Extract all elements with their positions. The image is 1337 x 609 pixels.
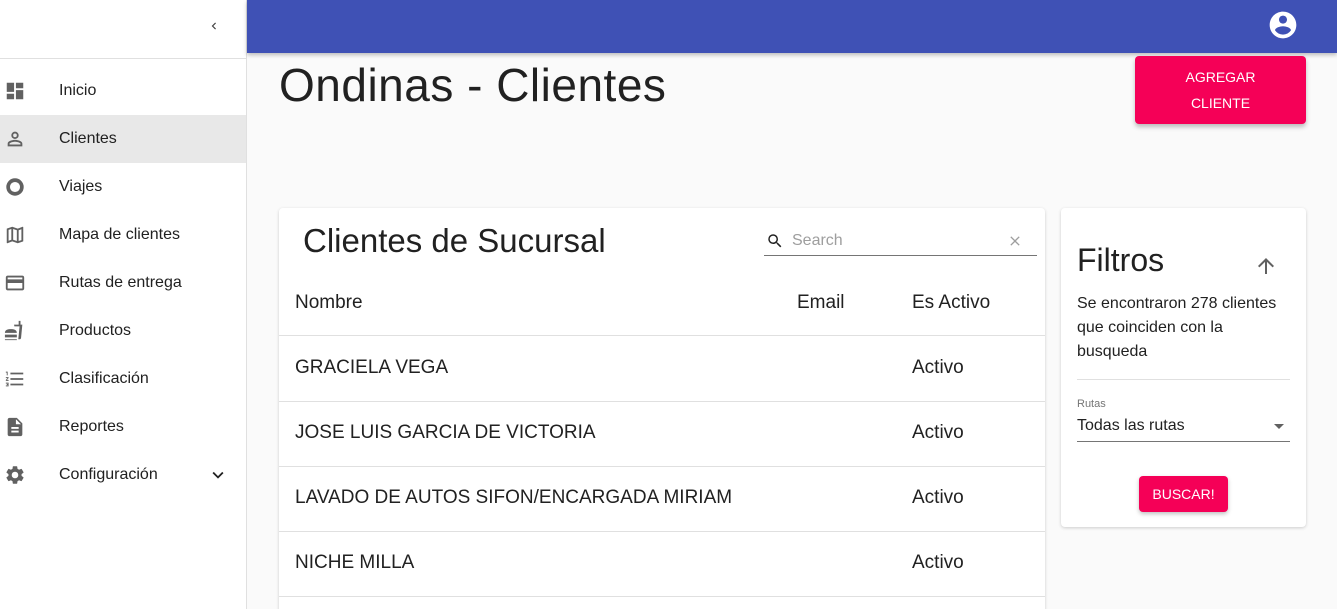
cell-activo: Activo [912, 487, 964, 508]
account-circle-icon [1269, 11, 1297, 39]
sidebar-item-label: Rutas de entrega [59, 274, 182, 291]
credit-card-icon [4, 272, 26, 294]
sidebar-item-label: Configuración [59, 466, 158, 483]
search-field [764, 226, 1037, 256]
sidebar-item-clasificacion[interactable]: Clasificación [0, 355, 246, 403]
column-header-email[interactable]: Email [797, 292, 845, 314]
cell-activo: Activo [912, 552, 964, 573]
table-title: Clientes de Sucursal [303, 222, 606, 259]
sidebar-item-rutas[interactable]: Rutas de entrega [0, 259, 246, 307]
cell-nombre: JOSE LUIS GARCIA DE VICTORIA [295, 422, 596, 443]
sidebar-item-inicio[interactable]: Inicio [0, 67, 246, 115]
top-app-bar [247, 0, 1337, 53]
dropdown-arrow-icon [1274, 424, 1284, 429]
clients-table-card: Clientes de Sucursal Nombre Email Es Act… [279, 208, 1045, 609]
page-title: Ondinas - Clientes [279, 59, 667, 111]
filters-title: Filtros [1077, 242, 1165, 278]
sidebar-item-productos[interactable]: Productos [0, 307, 246, 355]
map-icon [4, 224, 26, 246]
divider [1077, 379, 1290, 380]
cell-nombre: LAVADO DE AUTOS SIFON/ENCARGADA MIRIAM [295, 487, 733, 508]
table-row[interactable]: LAVADO DE AUTOS SIFON/ENCARGADA MIRIAM A… [279, 467, 1045, 532]
sidebar-header [0, 0, 246, 59]
sidebar-item-label: Clasificación [59, 370, 149, 387]
sidebar-item-mapa[interactable]: Mapa de clientes [0, 211, 246, 259]
column-header-nombre[interactable]: Nombre [295, 292, 363, 314]
sidebar-item-clientes[interactable]: Clientes [0, 115, 246, 163]
cell-activo: Activo [912, 357, 964, 378]
chevron-down-icon[interactable] [207, 464, 229, 486]
search-button[interactable]: BUSCAR! [1139, 476, 1228, 512]
circle-icon [4, 176, 26, 198]
sidebar-item-label: Productos [59, 322, 132, 339]
filters-card: Filtros Se encontraron 278 clientes que … [1061, 208, 1306, 527]
add-client-button[interactable]: AGREGAR CLIENTE [1135, 56, 1306, 124]
sidebar-item-viajes[interactable]: Viajes [0, 163, 246, 211]
cell-nombre: NICHE MILLA [295, 552, 415, 573]
column-header-activo[interactable]: Es Activo [912, 292, 990, 314]
route-select-value: Todas las rutas [1077, 417, 1185, 434]
table-header-row: Nombre Email Es Activo [279, 272, 1045, 336]
close-icon[interactable] [1007, 233, 1023, 249]
arrow-up-icon[interactable] [1254, 254, 1278, 278]
sidebar-item-label: Inicio [59, 82, 97, 99]
table-row[interactable]: JOSE LUIS GARCIA DE VICTORIA Activo [279, 402, 1045, 467]
sidebar-item-label: Reportes [59, 418, 124, 435]
sidebar: Inicio Clientes Viajes Mapa de clientes … [0, 0, 247, 609]
chevron-left-icon [211, 22, 216, 30]
cell-nombre: GRACIELA VEGA [295, 357, 449, 378]
sidebar-item-label: Clientes [59, 130, 117, 147]
collapse-sidebar-button[interactable] [202, 14, 226, 38]
list-numbered-icon [4, 368, 26, 390]
fastfood-icon [4, 320, 26, 342]
sidebar-item-label: Mapa de clientes [59, 226, 180, 243]
route-select[interactable]: Todas las rutas [1077, 414, 1290, 442]
person-icon [4, 128, 26, 150]
document-icon [4, 416, 26, 438]
sidebar-item-label: Viajes [59, 178, 103, 195]
search-icon [766, 232, 784, 250]
table-row[interactable]: NICHE MILLA Activo [279, 532, 1045, 597]
table-row[interactable]: GRACIELA VEGA Activo [279, 337, 1045, 402]
sidebar-item-reportes[interactable]: Reportes [0, 403, 246, 451]
cell-activo: Activo [912, 422, 964, 443]
route-select-label: Rutas [1077, 398, 1106, 410]
results-count-text: Se encontraron 278 clientes que coincide… [1077, 295, 1277, 360]
account-button[interactable] [1267, 9, 1299, 41]
search-input[interactable] [792, 229, 992, 253]
sidebar-item-configuracion[interactable]: Configuración [0, 451, 246, 499]
dashboard-icon [4, 80, 26, 102]
gear-icon [4, 464, 26, 486]
